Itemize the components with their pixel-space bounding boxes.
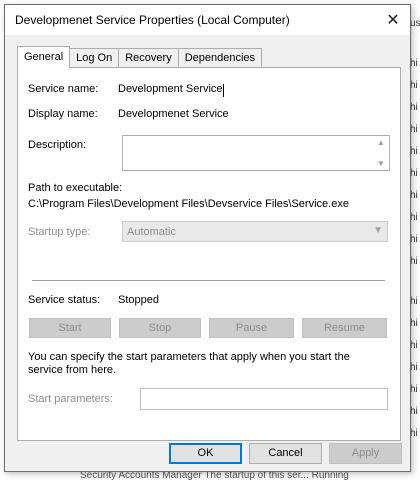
- scroll-up-icon[interactable]: ▲: [377, 138, 385, 147]
- background-text: hi: [410, 318, 418, 329]
- background-text: hi: [410, 406, 418, 417]
- service-name-value[interactable]: Development Service: [118, 83, 223, 95]
- service-properties-dialog: Developmenet Service Properties (Local C…: [4, 4, 411, 472]
- background-window-strip: us hi hi hi hi hi hi hi hi hi hi hi hi h…: [410, 0, 420, 481]
- tab-strip: General Log On Recovery Dependencies: [17, 46, 263, 68]
- description-label: Description:: [28, 139, 87, 151]
- service-status-value: Stopped: [118, 294, 159, 306]
- startup-type-value: Automatic: [127, 226, 176, 238]
- background-text: hi: [410, 190, 418, 201]
- start-params-input[interactable]: [140, 388, 388, 410]
- background-text: hi: [410, 146, 418, 157]
- stop-button[interactable]: Stop: [119, 318, 201, 338]
- background-text: hi: [410, 102, 418, 113]
- general-panel: Service name: Development Service Displa…: [17, 67, 401, 441]
- background-text: hi: [410, 384, 418, 395]
- background-text: hi: [410, 256, 418, 267]
- apply-button[interactable]: Apply: [329, 443, 402, 464]
- background-text: hi: [410, 212, 418, 223]
- ok-button[interactable]: OK: [169, 443, 242, 464]
- description-field[interactable]: ▲ ▼: [122, 135, 390, 171]
- start-button[interactable]: Start: [29, 318, 111, 338]
- background-text: hi: [410, 58, 418, 69]
- startup-type-label: Startup type:: [28, 226, 91, 238]
- path-label: Path to executable:: [28, 182, 123, 194]
- background-text: hi: [410, 340, 418, 351]
- startup-type-select[interactable]: Automatic ▼: [122, 221, 388, 242]
- chevron-down-icon: ▼: [373, 225, 383, 236]
- background-text: hi: [410, 428, 418, 439]
- service-name-label: Service name:: [28, 83, 99, 95]
- start-params-info: You can specify the start parameters tha…: [28, 351, 350, 376]
- background-text: hi: [410, 234, 418, 245]
- title-bar: Developmenet Service Properties (Local C…: [5, 5, 410, 35]
- cancel-button[interactable]: Cancel: [249, 443, 322, 464]
- path-value: C:\Program Files\Development Files\Devse…: [28, 198, 349, 210]
- scroll-down-icon[interactable]: ▼: [377, 159, 385, 168]
- display-name-label: Display name:: [28, 108, 98, 120]
- description-scrollbar[interactable]: ▲ ▼: [373, 136, 389, 170]
- start-params-label: Start parameters:: [28, 393, 113, 405]
- tab-general[interactable]: General: [17, 46, 71, 68]
- background-text: hi: [410, 124, 418, 135]
- pause-button[interactable]: Pause: [209, 318, 294, 338]
- dialog-title: Developmenet Service Properties (Local C…: [15, 13, 290, 27]
- tab-log-on[interactable]: Log On: [69, 48, 120, 68]
- tab-recovery[interactable]: Recovery: [118, 48, 179, 68]
- background-text: us: [410, 18, 420, 29]
- background-text: hi: [410, 362, 418, 373]
- background-text: hi: [410, 296, 418, 307]
- divider: [32, 280, 385, 281]
- display-name-value: Developmenet Service: [118, 108, 229, 120]
- service-status-label: Service status:: [28, 294, 101, 306]
- close-icon[interactable]: ✕: [376, 5, 410, 35]
- text-caret: [223, 84, 224, 97]
- background-text: hi: [410, 168, 418, 179]
- tab-dependencies[interactable]: Dependencies: [177, 48, 263, 68]
- background-text: hi: [410, 80, 418, 91]
- resume-button[interactable]: Resume: [302, 318, 387, 338]
